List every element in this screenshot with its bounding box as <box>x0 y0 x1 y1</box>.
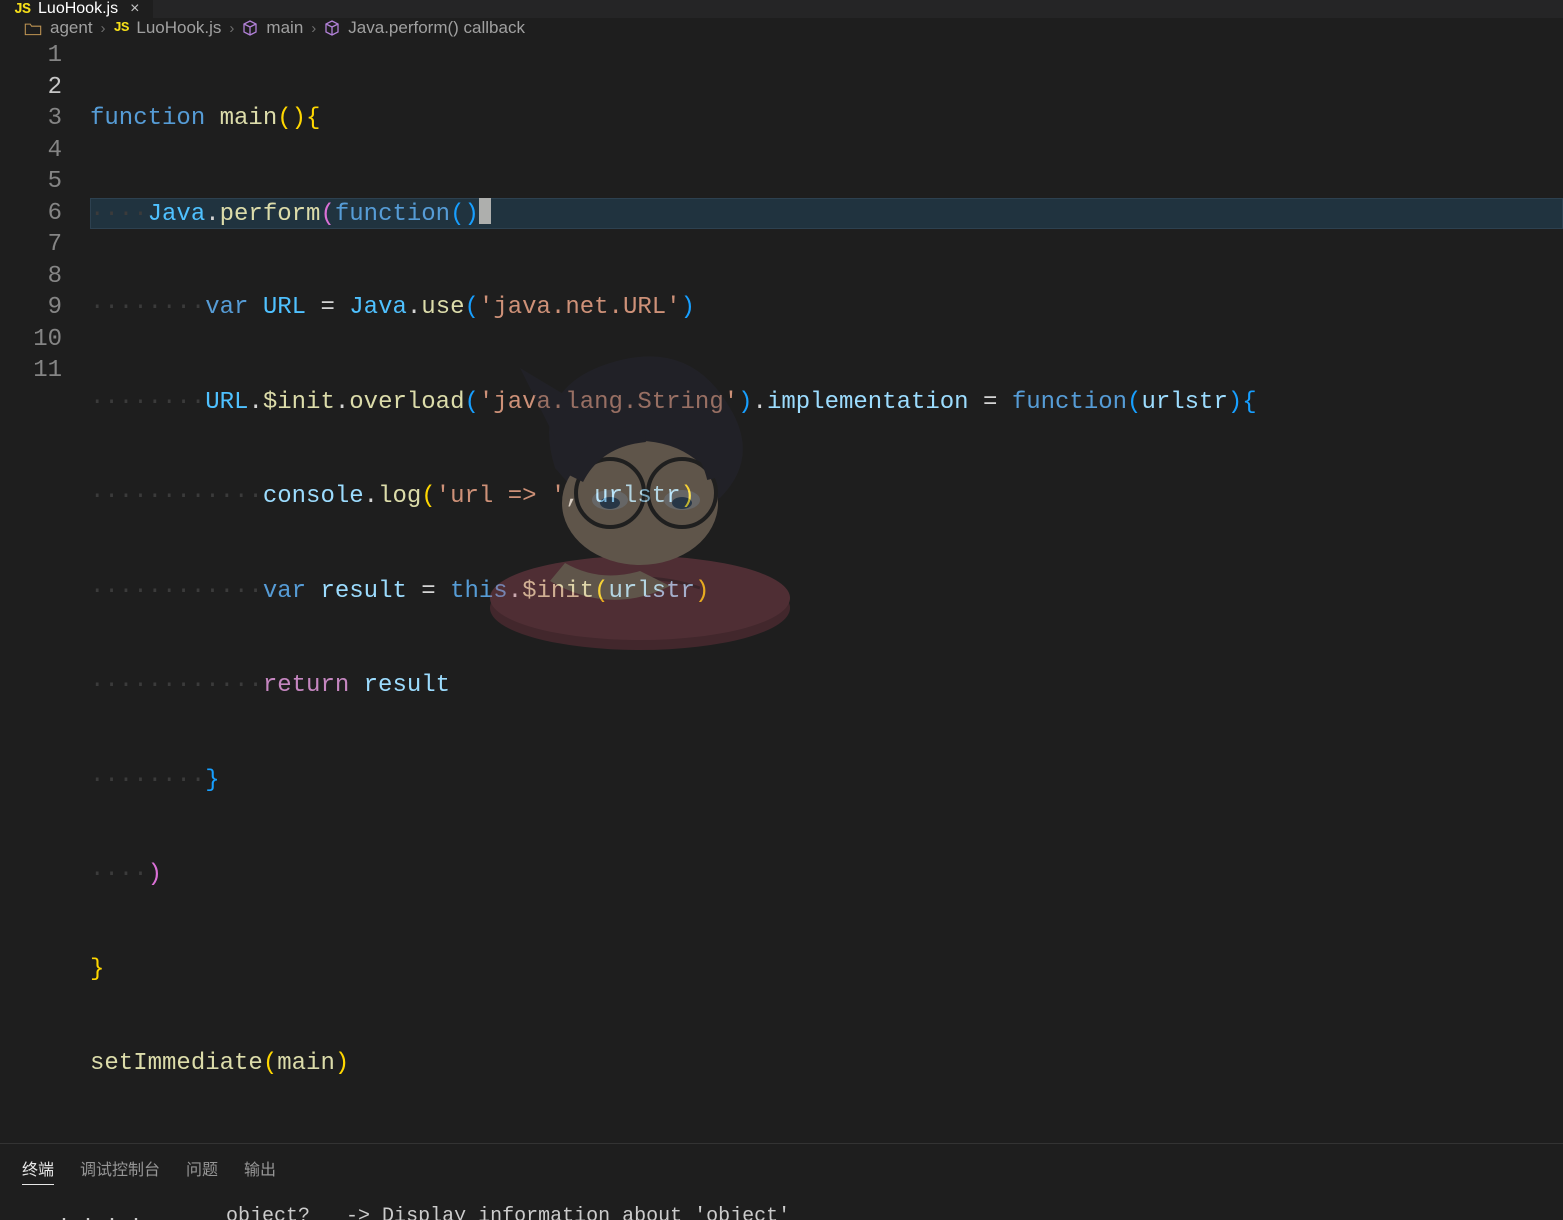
code-line[interactable]: function main(){ <box>90 103 1563 135</box>
code-line[interactable]: ····Java.perform(function() <box>90 198 1563 230</box>
text-cursor <box>479 198 491 224</box>
code-line[interactable]: } <box>90 954 1563 986</box>
js-file-icon: JS <box>114 20 129 36</box>
line-number: 6 <box>0 198 90 230</box>
symbol-method-icon <box>324 20 340 36</box>
js-file-icon: JS <box>14 1 30 18</box>
editor[interactable]: 1 2 3 4 5 6 7 8 9 10 11 function main(){… <box>0 38 1563 1143</box>
code-line[interactable]: ····) <box>90 859 1563 891</box>
line-number: 8 <box>0 261 90 293</box>
close-icon[interactable]: × <box>130 1 139 17</box>
editor-tab[interactable]: JS LuoHook.js × <box>0 0 154 18</box>
line-number: 2 <box>0 72 90 104</box>
code-line[interactable]: ············console.log('url => ', urlst… <box>90 481 1563 513</box>
line-number: 4 <box>0 135 90 167</box>
breadcrumb-symbol-2[interactable]: Java.perform() callback <box>348 18 525 38</box>
panel-tab-bar: 终端 调试控制台 问题 输出 <box>0 1144 1563 1195</box>
folder-icon <box>24 21 42 35</box>
tab-filename: LuoHook.js <box>38 0 118 18</box>
tab-problems[interactable]: 问题 <box>186 1156 218 1185</box>
terminal-output[interactable]: . . . . object? -> Display information a… <box>0 1195 1563 1220</box>
bottom-panel: 终端 调试控制台 问题 输出 . . . . object? -> Displa… <box>0 1143 1563 1220</box>
breadcrumb-folder[interactable]: agent <box>50 18 93 38</box>
chevron-right-icon: › <box>229 20 234 37</box>
tab-debug-console[interactable]: 调试控制台 <box>80 1156 160 1185</box>
line-number: 7 <box>0 229 90 261</box>
line-number: 3 <box>0 103 90 135</box>
code-line[interactable]: ············return result <box>90 670 1563 702</box>
breadcrumb: agent › JS LuoHook.js › main › Java.perf… <box>0 18 1563 38</box>
tab-output[interactable]: 输出 <box>244 1156 276 1185</box>
breadcrumb-file[interactable]: LuoHook.js <box>136 18 221 38</box>
tab-bar: JS LuoHook.js × <box>0 0 1563 18</box>
code-line[interactable]: ········URL.$init.overload('java.lang.St… <box>90 387 1563 419</box>
breadcrumb-symbol-1[interactable]: main <box>266 18 303 38</box>
line-number: 1 <box>0 40 90 72</box>
code-area[interactable]: function main(){ ····Java.perform(functi… <box>90 40 1563 1143</box>
symbol-method-icon <box>242 20 258 36</box>
line-number: 11 <box>0 355 90 387</box>
line-number: 5 <box>0 166 90 198</box>
chevron-right-icon: › <box>311 20 316 37</box>
tab-terminal[interactable]: 终端 <box>22 1156 54 1185</box>
line-number-gutter: 1 2 3 4 5 6 7 8 9 10 11 <box>0 40 90 1143</box>
code-line[interactable]: ············var result = this.$init(urls… <box>90 576 1563 608</box>
line-number: 9 <box>0 292 90 324</box>
terminal-line: . . . . object? -> Display information a… <box>22 1203 1541 1220</box>
code-line[interactable]: setImmediate(main) <box>90 1048 1563 1080</box>
chevron-right-icon: › <box>101 20 106 37</box>
line-number: 10 <box>0 324 90 356</box>
code-line[interactable]: ········} <box>90 765 1563 797</box>
code-line[interactable]: ········var URL = Java.use('java.net.URL… <box>90 292 1563 324</box>
